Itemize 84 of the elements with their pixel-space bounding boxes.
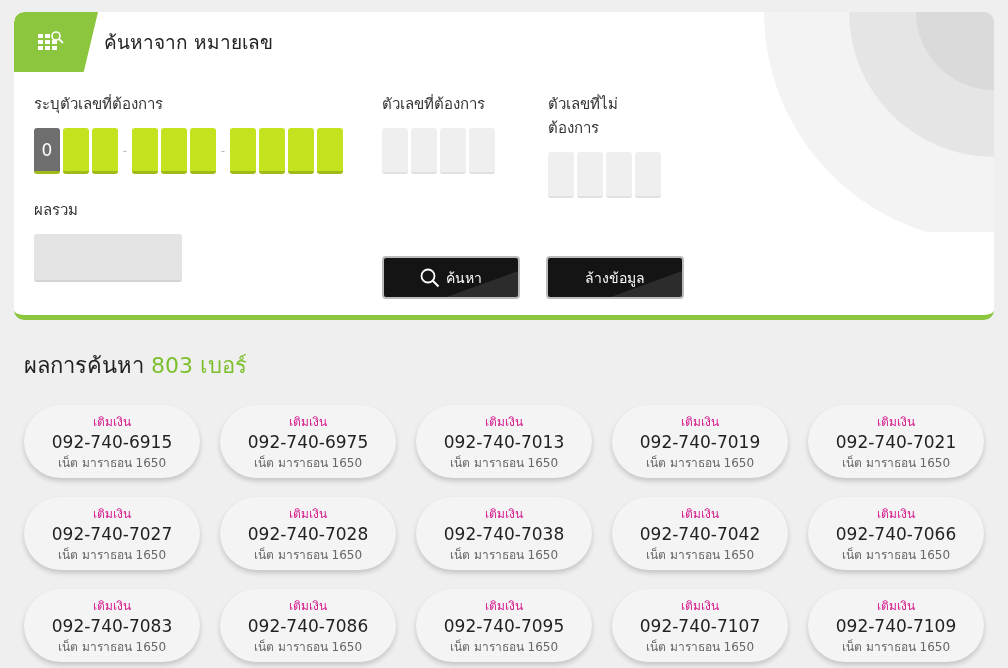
package-name: เน็ต มาราธอน 1650 bbox=[645, 638, 755, 656]
card-tag: เติมเงิน bbox=[681, 595, 719, 615]
card-tag: เติมเงิน bbox=[485, 503, 523, 523]
number-card[interactable]: เติมเงิน 092-740-7027 เน็ต มาราธอน 1650 bbox=[24, 497, 200, 570]
grid-search-icon bbox=[38, 31, 64, 53]
package-name: เน็ต มาราธอน 1650 bbox=[841, 638, 951, 656]
number-card[interactable]: เติมเงิน 092-740-6915 เน็ต มาราธอน 1650 bbox=[24, 405, 200, 478]
digit-field[interactable] bbox=[317, 128, 343, 174]
number-card[interactable]: เติมเงิน 092-740-7028 เน็ต มาราธอน 1650 bbox=[220, 497, 396, 570]
phone-number: 092-740-7095 bbox=[443, 615, 565, 636]
phone-number: 092-740-7083 bbox=[51, 615, 173, 636]
card-tag: เติมเงิน bbox=[681, 411, 719, 431]
card-tag: เติมเงิน bbox=[485, 595, 523, 615]
digit-field[interactable] bbox=[63, 128, 89, 174]
package-name: เน็ต มาราธอน 1650 bbox=[253, 546, 363, 564]
phone-number: 092-740-6915 bbox=[51, 431, 173, 452]
phone-number: 092-740-6975 bbox=[247, 431, 369, 452]
number-card[interactable]: เติมเงิน 092-740-7038 เน็ต มาราธอน 1650 bbox=[416, 497, 592, 570]
separator-dash: - bbox=[121, 144, 129, 158]
package-name: เน็ต มาราธอน 1650 bbox=[841, 454, 951, 472]
card-tag: เติมเงิน bbox=[877, 411, 915, 431]
number-card[interactable]: เติมเงิน 092-740-7042 เน็ต มาราธอน 1650 bbox=[612, 497, 788, 570]
number-card[interactable]: เติมเงิน 092-740-7083 เน็ต มาราธอน 1650 bbox=[24, 589, 200, 662]
package-name: เน็ต มาราธอน 1650 bbox=[253, 454, 363, 472]
card-tag: เติมเงิน bbox=[289, 595, 327, 615]
card-tag: เติมเงิน bbox=[681, 503, 719, 523]
digit-field[interactable] bbox=[161, 128, 187, 174]
card-tag: เติมเงิน bbox=[877, 503, 915, 523]
number-card[interactable]: เติมเงิน 092-740-7019 เน็ต มาราธอน 1650 bbox=[612, 405, 788, 478]
number-card[interactable]: เติมเงิน 092-740-6975 เน็ต มาราธอน 1650 bbox=[220, 405, 396, 478]
digit-field[interactable] bbox=[288, 128, 314, 174]
clear-button[interactable]: ล้างข้อมูล bbox=[546, 256, 684, 299]
number-card[interactable]: เติมเงิน 092-740-7107 เน็ต มาราธอน 1650 bbox=[612, 589, 788, 662]
phone-number: 092-740-7042 bbox=[639, 523, 761, 544]
phone-number: 092-740-7027 bbox=[51, 523, 173, 544]
digit-field: 0 bbox=[34, 128, 60, 174]
number-card[interactable]: เติมเงิน 092-740-7095 เน็ต มาราธอน 1650 bbox=[416, 589, 592, 662]
package-name: เน็ต มาราธอน 1650 bbox=[841, 546, 951, 564]
sum-field[interactable] bbox=[34, 234, 182, 282]
number-card[interactable]: เติมเงิน 092-740-7013 เน็ต มาราธอน 1650 bbox=[416, 405, 592, 478]
search-button[interactable]: ค้นหา bbox=[382, 256, 520, 299]
card-tag: เติมเงิน bbox=[93, 503, 131, 523]
number-card[interactable]: เติมเงิน 092-740-7021 เน็ต มาราธอน 1650 bbox=[808, 405, 984, 478]
phone-number: 092-740-7021 bbox=[835, 431, 957, 452]
digit-field[interactable] bbox=[132, 128, 158, 174]
digit-field[interactable] bbox=[259, 128, 285, 174]
results-count: 803 เบอร์ bbox=[151, 353, 247, 378]
phone-number: 092-740-7013 bbox=[443, 431, 565, 452]
phone-number: 092-740-7107 bbox=[639, 615, 761, 636]
card-tag: เติมเงิน bbox=[289, 503, 327, 523]
phone-number: 092-740-7038 bbox=[443, 523, 565, 544]
card-tag: เติมเงิน bbox=[877, 595, 915, 615]
card-tag: เติมเงิน bbox=[93, 595, 131, 615]
package-name: เน็ต มาราธอน 1650 bbox=[645, 454, 755, 472]
package-name: เน็ต มาราธอน 1650 bbox=[57, 546, 167, 564]
package-name: เน็ต มาราธอน 1650 bbox=[57, 454, 167, 472]
phone-number: 092-740-7028 bbox=[247, 523, 369, 544]
field-label: ตัวเลขที่ต้องการ bbox=[382, 93, 486, 115]
digit-field[interactable] bbox=[92, 128, 118, 174]
separator-dash: - bbox=[219, 144, 227, 158]
number-card[interactable]: เติมเงิน 092-740-7066 เน็ต มาราธอน 1650 bbox=[808, 497, 984, 570]
card-tag: เติมเงิน bbox=[485, 411, 523, 431]
package-name: เน็ต มาราธอน 1650 bbox=[253, 638, 363, 656]
phone-number: 092-740-7066 bbox=[835, 523, 957, 544]
digit-field[interactable] bbox=[190, 128, 216, 174]
card-tag: เติมเงิน bbox=[289, 411, 327, 431]
field-label: ผลรวม bbox=[34, 200, 79, 221]
package-name: เน็ต มาราธอน 1650 bbox=[449, 454, 559, 472]
package-name: เน็ต มาราธอน 1650 bbox=[57, 638, 167, 656]
package-name: เน็ต มาราธอน 1650 bbox=[449, 546, 559, 564]
digit-field[interactable] bbox=[230, 128, 256, 174]
search-icon bbox=[420, 267, 440, 288]
field-label: ตัวเลขที่ไม่ต้องการ bbox=[548, 93, 619, 139]
phone-number: 092-740-7109 bbox=[835, 615, 957, 636]
phone-number: 092-740-7086 bbox=[247, 615, 369, 636]
field-label: ระบุตัวเลขที่ต้องการ bbox=[34, 93, 164, 116]
phone-number: 092-740-7019 bbox=[639, 431, 761, 452]
number-card[interactable]: เติมเงิน 092-740-7109 เน็ต มาราธอน 1650 bbox=[808, 589, 984, 662]
package-name: เน็ต มาราธอน 1650 bbox=[449, 638, 559, 656]
results-heading: ผลการค้นหา bbox=[24, 353, 144, 378]
number-card[interactable]: เติมเงิน 092-740-7086 เน็ต มาราธอน 1650 bbox=[220, 589, 396, 662]
card-tag: เติมเงิน bbox=[93, 411, 131, 431]
package-name: เน็ต มาราธอน 1650 bbox=[645, 546, 755, 564]
panel-title: ค้นหาจาก หมายเลข bbox=[104, 30, 274, 55]
